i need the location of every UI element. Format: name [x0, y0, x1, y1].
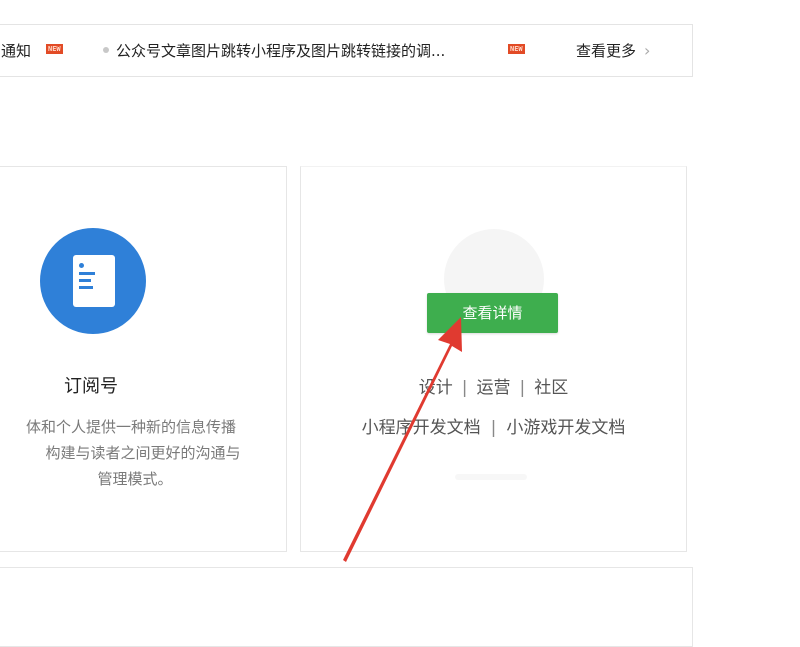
bottom-card [0, 567, 693, 647]
view-more-label: 查看更多 [576, 42, 637, 60]
new-badge: NEW [508, 44, 525, 54]
separator: | [461, 378, 468, 398]
description-line: 构建与读者之间更好的沟通与 [45, 444, 241, 462]
faded-text-placeholder [455, 474, 527, 480]
card-links: 设计 | 运营 | 社区 [300, 373, 687, 398]
mini-program-card[interactable] [300, 166, 687, 552]
new-badge: NEW [46, 44, 63, 54]
bullet-dot-icon [103, 46, 109, 53]
notice-item[interactable]: 通知 [1, 40, 31, 61]
separator: | [519, 378, 526, 398]
card-title: 订阅号 [64, 376, 118, 397]
description-line: 管理模式。 [97, 470, 173, 488]
notice-item[interactable]: 公众号文章图片跳转小程序及图片跳转链接的调... [103, 40, 445, 61]
card-docs-links: 小程序开发文档 | 小游戏开发文档 [300, 413, 687, 438]
link-operations[interactable]: 运营 [477, 378, 511, 398]
document-icon [40, 228, 146, 334]
view-more-link[interactable]: 查看更多 › [576, 40, 650, 61]
link-community[interactable]: 社区 [534, 378, 568, 398]
chevron-right-icon: › [644, 41, 651, 60]
view-details-button[interactable]: 查看详情 [427, 293, 558, 333]
link-mini-game-docs[interactable]: 小游戏开发文档 [506, 418, 625, 438]
description-line: 体和个人提供一种新的信息传播 [25, 418, 236, 436]
notice-text: 公众号文章图片跳转小程序及图片跳转链接的调... [116, 42, 446, 60]
subscription-card[interactable] [0, 166, 287, 552]
notice-text: 通知 [1, 42, 32, 60]
link-mini-program-docs[interactable]: 小程序开发文档 [362, 418, 481, 438]
notice-bar: 通知 NEW 公众号文章图片跳转小程序及图片跳转链接的调... NEW 查看更多… [0, 24, 693, 77]
card-description: 体和个人提供一种新的信息传播 构建与读者之间更好的沟通与 管理模式。 [0, 414, 262, 492]
separator: | [490, 418, 497, 438]
link-design[interactable]: 设计 [419, 378, 453, 398]
